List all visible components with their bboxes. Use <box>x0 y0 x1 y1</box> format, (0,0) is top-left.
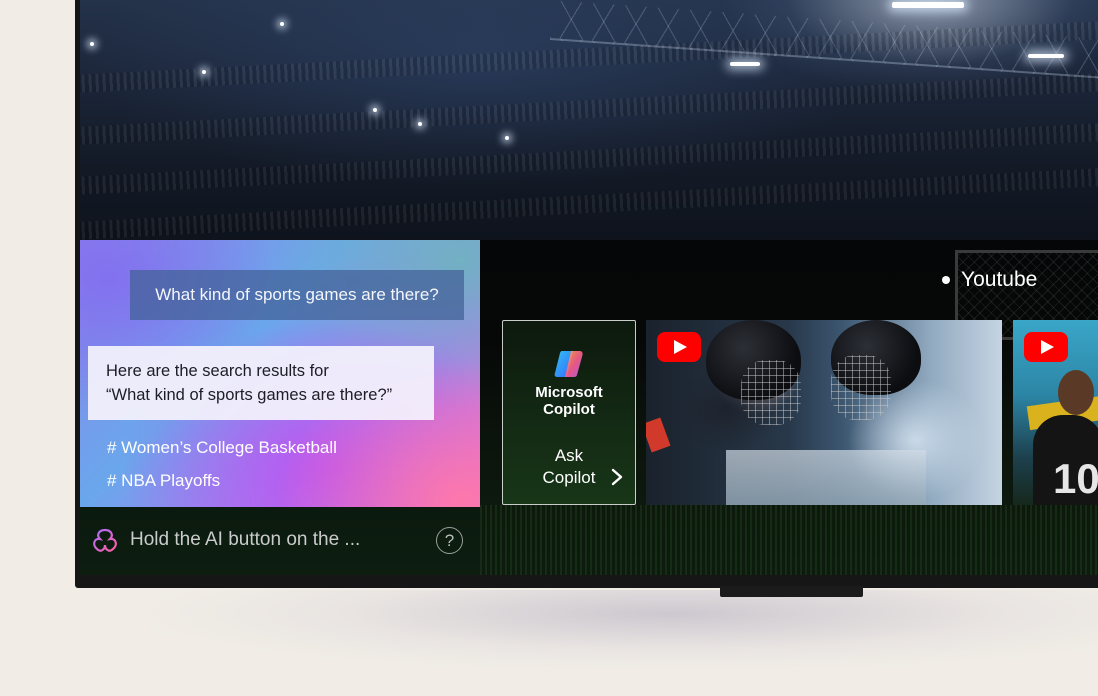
stadium-light <box>90 42 94 46</box>
youtube-section-title: Youtube <box>942 268 1037 292</box>
youtube-play-icon <box>657 332 701 362</box>
stadium-floodlight <box>730 62 760 66</box>
youtube-video-thumbnail[interactable]: 10 <box>1013 320 1098 505</box>
chevron-right-icon <box>611 468 623 486</box>
answer-line: Here are the search results for <box>106 362 329 380</box>
face-cage <box>831 355 891 420</box>
tv-screen: What kind of sports games are there? Her… <box>80 0 1098 575</box>
hashtag-nba-playoffs[interactable]: # NBA Playoffs <box>107 471 220 491</box>
youtube-video-thumbnail[interactable] <box>646 320 1002 505</box>
stadium-floodlight <box>892 2 964 8</box>
stadium-floodlight <box>1028 54 1064 58</box>
youtube-section-label: Youtube <box>961 268 1038 291</box>
copilot-brand: Microsoft Copilot <box>503 384 635 418</box>
ai-hint-bar: Hold the AI button on the ... ? <box>80 507 480 575</box>
answer-line: “What kind of sports games are there?” <box>106 386 393 404</box>
help-button[interactable]: ? <box>436 527 463 554</box>
lg-ai-logo-icon <box>93 528 117 552</box>
player-head <box>1058 370 1094 415</box>
ai-hint-text: Hold the AI button on the ... <box>130 529 361 550</box>
ask-copilot-line: Ask <box>554 446 584 465</box>
stadium-background <box>80 0 1098 241</box>
face-cage <box>741 360 801 425</box>
rink-background <box>726 450 926 505</box>
copilot-brand-line: Microsoft <box>535 384 603 401</box>
floor-shadow <box>150 590 1098 670</box>
jersey-number: 10 <box>1053 455 1098 502</box>
youtube-play-icon <box>1024 332 1068 362</box>
help-icon: ? <box>444 530 455 550</box>
stadium-light <box>505 136 509 140</box>
user-query-text: What kind of sports games are there? <box>155 285 439 304</box>
ask-copilot-card[interactable]: Microsoft Copilot Ask Copilot <box>502 320 636 505</box>
bullet-icon <box>942 276 950 284</box>
glove <box>646 417 671 453</box>
stadium-light <box>418 122 422 126</box>
stadium-light <box>280 22 284 26</box>
copilot-logo-icon <box>554 351 583 377</box>
stadium-light <box>202 70 206 74</box>
hashtag-womens-college-basketball[interactable]: # Women’s College Basketball <box>107 438 337 458</box>
field-grass <box>480 505 1098 575</box>
stadium-light <box>373 108 377 112</box>
ai-answer-bubble: Here are the search results for “What ki… <box>88 346 434 420</box>
ai-chat-panel: What kind of sports games are there? Her… <box>80 240 480 507</box>
copilot-brand-line: Copilot <box>543 401 595 418</box>
tv-stand <box>720 586 863 597</box>
user-query-bubble: What kind of sports games are there? <box>130 270 464 320</box>
